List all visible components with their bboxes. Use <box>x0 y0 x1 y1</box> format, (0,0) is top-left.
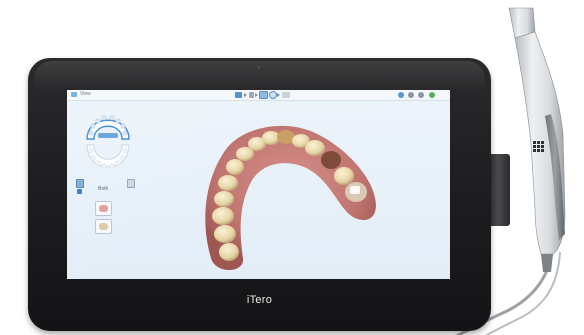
scanner-screen: View Both <box>67 90 450 279</box>
brand-logo: iTero <box>246 294 273 306</box>
lower-jaw-button[interactable] <box>127 179 135 188</box>
camera-icon <box>257 66 260 69</box>
tooth-tool-icon <box>99 223 108 230</box>
help-icon[interactable] <box>429 92 435 98</box>
gum-tool-icon <box>99 205 108 212</box>
chevron-right-icon <box>277 93 280 97</box>
intraoral-wand[interactable] <box>503 4 584 274</box>
document-icon[interactable] <box>249 92 254 98</box>
settings-icon[interactable] <box>418 92 424 98</box>
tooth-tool-button[interactable] <box>95 219 112 234</box>
top-toolbar: View <box>67 90 450 101</box>
folder-icon[interactable] <box>235 92 242 98</box>
dental-scan-model[interactable] <box>193 120 383 275</box>
arch-selector-label: Both <box>98 186 109 192</box>
arch-selector-map[interactable] <box>81 104 135 180</box>
view-label: View <box>80 91 91 97</box>
view-icon[interactable] <box>71 92 77 97</box>
chevron-right-icon <box>255 93 258 97</box>
info-icon[interactable] <box>398 92 404 98</box>
chevron-right-icon <box>244 93 247 97</box>
product-photo: iTero View Both <box>0 0 584 335</box>
upper-arch[interactable] <box>86 115 130 140</box>
zoom-icon[interactable] <box>269 91 277 99</box>
image-icon[interactable] <box>282 92 290 98</box>
scan-icon[interactable] <box>259 91 268 99</box>
gum-tool-button[interactable] <box>95 201 112 216</box>
selected-indicator-icon[interactable] <box>77 189 82 194</box>
lower-arch[interactable] <box>86 144 130 169</box>
eye-icon[interactable] <box>408 92 414 98</box>
wand-button-grid-icon[interactable] <box>533 141 544 152</box>
upper-jaw-button[interactable] <box>76 179 84 188</box>
